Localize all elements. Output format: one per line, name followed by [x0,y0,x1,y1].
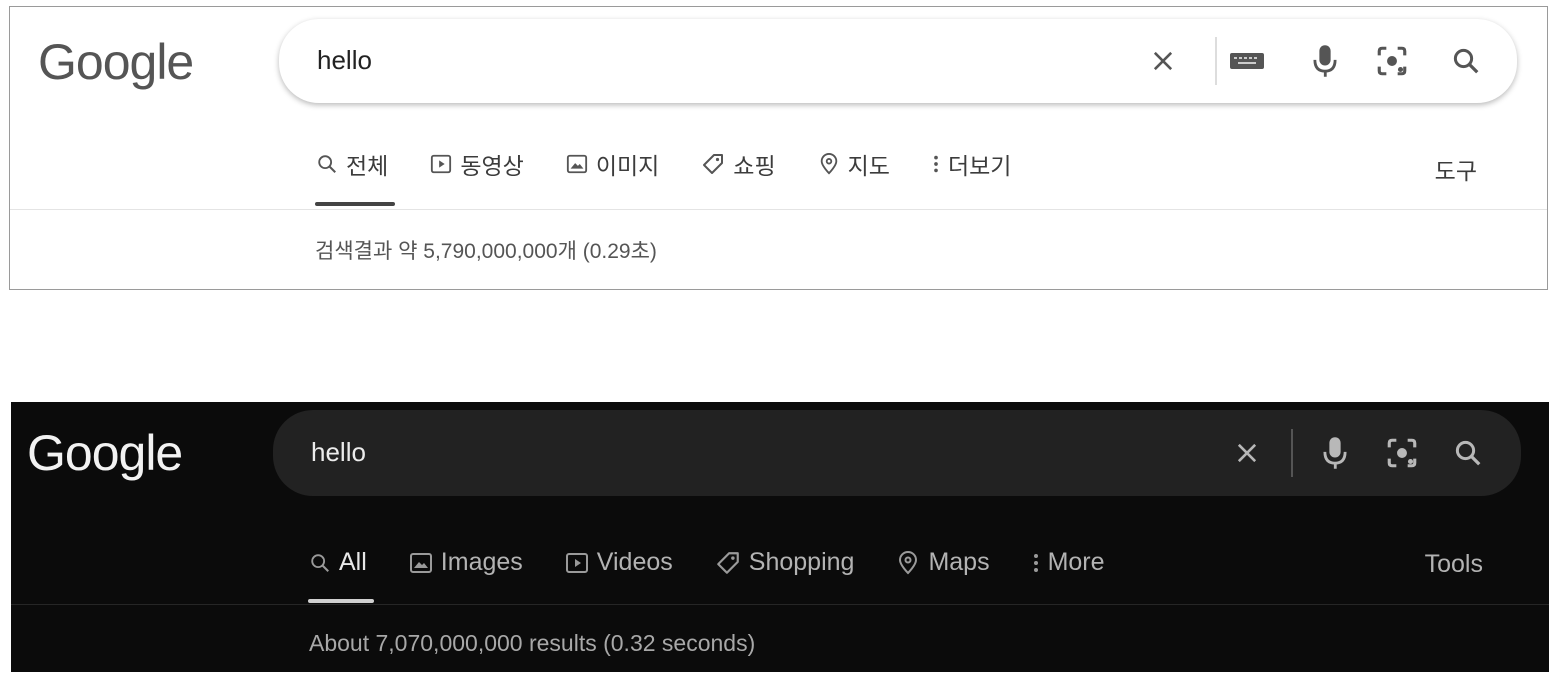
results-stats: 검색결과 약 5,790,000,000개 (0.29초) [315,240,657,263]
tab-label: 쇼핑 [733,153,776,179]
google-results-dark: Google hello All Images Videos Shopping … [11,402,1549,672]
microphone-icon[interactable] [1321,435,1349,471]
search-divider [1215,37,1217,85]
search-tabs: All Images Videos Shopping Maps More [309,548,1147,577]
tab-videos[interactable]: Videos [565,548,673,577]
search-icon[interactable] [1451,46,1481,76]
search-icon[interactable] [1453,438,1483,468]
image-icon [409,551,433,575]
keyboard-icon[interactable] [1229,49,1265,73]
google-logo[interactable]: Google [38,33,194,91]
tab-more[interactable]: 더보기 [932,147,1011,181]
tab-label: Videos [596,548,673,576]
tab-more[interactable]: More [1032,548,1105,577]
more-vertical-icon [932,153,940,175]
clear-icon[interactable] [1233,439,1261,467]
tab-label: Images [440,548,523,576]
tab-maps[interactable]: Maps [896,548,990,577]
tab-shopping[interactable]: Shopping [715,548,855,577]
tab-shopping[interactable]: 쇼핑 [701,147,776,181]
tab-label: 전체 [346,153,389,179]
search-input[interactable]: hello [317,45,372,76]
google-logo[interactable]: Google [27,424,183,482]
camera-lens-icon[interactable] [1375,44,1409,78]
tag-icon [715,550,741,576]
more-vertical-icon [1032,551,1040,575]
tab-images[interactable]: Images [409,548,523,577]
search-icon [309,552,331,574]
map-pin-icon [896,550,920,576]
clear-icon[interactable] [1149,47,1177,75]
tabs-divider [11,604,1549,605]
active-tab-indicator [308,599,374,603]
tools-button[interactable]: 도구 [1435,152,1477,186]
tab-label: 동영상 [460,153,524,179]
tab-label: All [339,548,367,576]
tools-button[interactable]: Tools [1425,550,1483,579]
tabs-divider [10,209,1547,210]
video-icon [565,551,589,575]
google-results-light: Google hello 전체 동영상 이미지 쇼핑 지도 더보기 도구 검색결… [9,6,1548,290]
search-box[interactable]: hello [279,19,1517,103]
image-icon [566,153,588,175]
map-pin-icon [818,152,840,176]
microphone-icon[interactable] [1311,43,1339,79]
tab-images[interactable]: 이미지 [566,147,659,181]
tag-icon [701,152,725,176]
active-tab-indicator [315,202,395,206]
search-divider [1291,429,1293,477]
search-icon [316,153,338,175]
search-box[interactable]: hello [273,410,1521,496]
tab-videos[interactable]: 동영상 [430,147,524,181]
results-stats: About 7,070,000,000 results (0.32 second… [309,630,756,656]
tab-label: Shopping [748,548,855,576]
tab-label: 더보기 [947,153,1012,179]
video-icon [430,153,452,175]
tab-all[interactable]: All [309,548,367,577]
tab-all[interactable]: 전체 [316,147,388,181]
search-input[interactable]: hello [311,437,366,468]
camera-lens-icon[interactable] [1385,436,1419,470]
search-tabs: 전체 동영상 이미지 쇼핑 지도 더보기 [316,147,1053,181]
tab-label: 이미지 [595,153,660,179]
tab-label: 지도 [847,153,890,179]
tab-label: Maps [928,548,990,576]
tab-maps[interactable]: 지도 [818,147,890,181]
tab-label: More [1047,548,1105,576]
